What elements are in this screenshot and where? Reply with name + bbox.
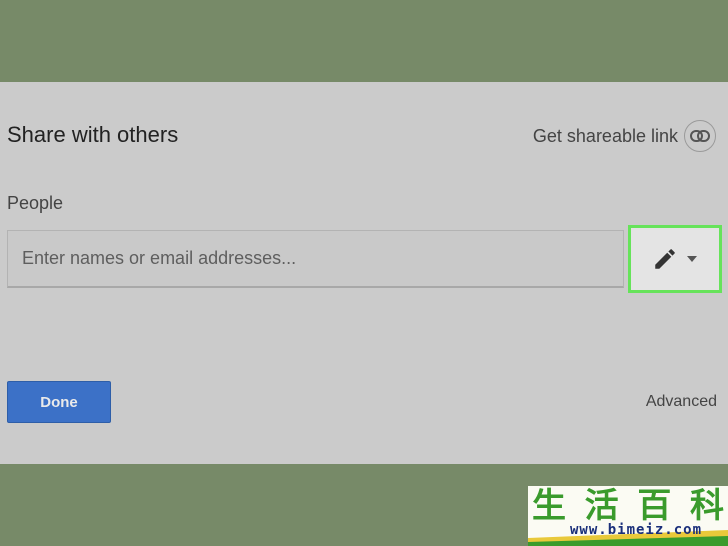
people-email-input[interactable]: [7, 230, 624, 288]
people-label: People: [7, 193, 64, 213]
share-dialog: Share with others Get shareable link Peo…: [0, 82, 728, 464]
watermark-char: 百: [637, 486, 672, 526]
get-shareable-link-label: Get shareable link: [532, 126, 678, 146]
done-button[interactable]: Done: [7, 381, 111, 423]
advanced-link[interactable]: Advanced: [646, 393, 717, 411]
caret-down-icon: [687, 256, 697, 262]
watermark-characters: 生 活 百 科: [532, 487, 724, 525]
watermark-char: 活: [584, 486, 619, 526]
watermark-char: 科: [689, 486, 724, 526]
pencil-icon: [655, 249, 675, 269]
watermark-char: 生: [532, 486, 566, 526]
watermark-url: www.bimeiz.com: [570, 522, 703, 538]
dialog-title: Share with others: [7, 122, 179, 147]
permission-dropdown-button[interactable]: [628, 225, 722, 293]
site-watermark: 生 活 百 科 www.bimeiz.com: [528, 486, 728, 546]
link-icon[interactable]: [684, 120, 716, 152]
get-shareable-link[interactable]: Get shareable link: [533, 120, 716, 152]
